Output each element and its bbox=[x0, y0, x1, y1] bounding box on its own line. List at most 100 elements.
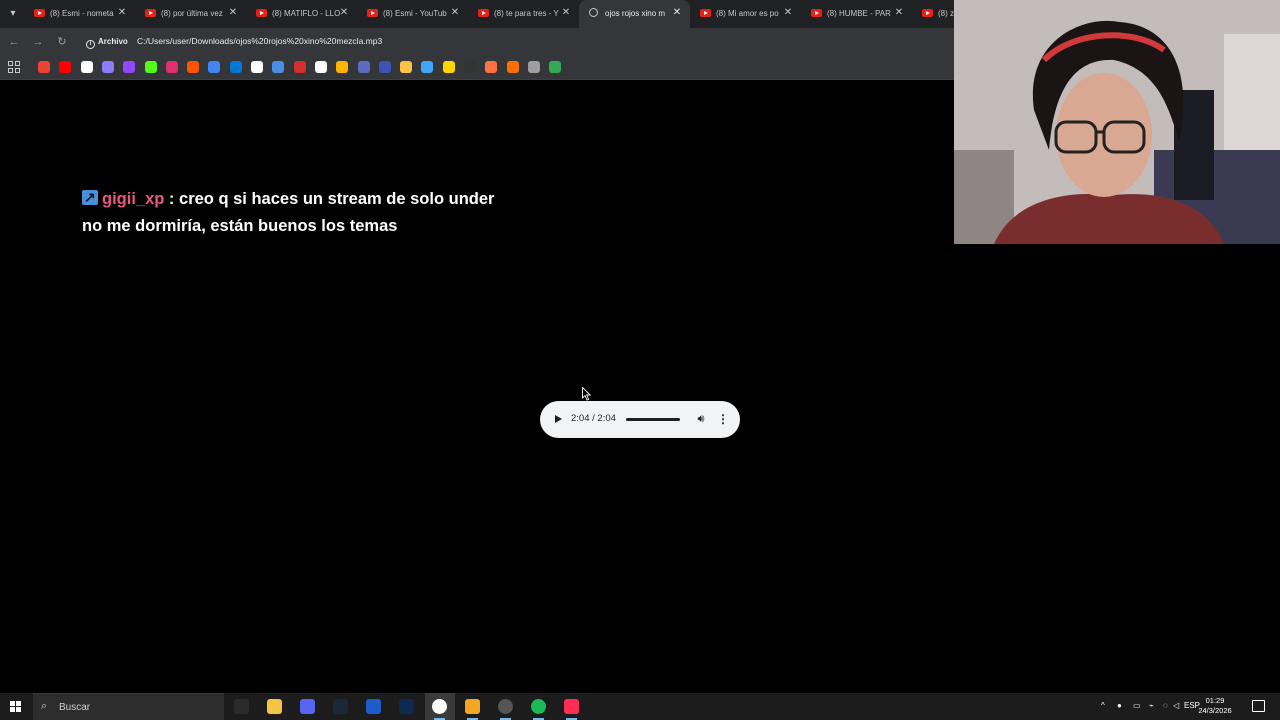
browser-tab[interactable]: (8) por última vez ✕ bbox=[135, 0, 246, 28]
chat-overlay-message: gigii_xp : creo q si haces un stream de … bbox=[82, 184, 502, 240]
youtube-icon bbox=[478, 9, 489, 17]
notifications-icon[interactable] bbox=[1252, 700, 1265, 712]
audio-player: 2:04 / 2:04 🔊︎ ⋮ bbox=[540, 401, 740, 438]
tiktok-icon[interactable] bbox=[564, 699, 579, 714]
discord-icon[interactable] bbox=[300, 699, 315, 714]
close-tab-icon[interactable]: ✕ bbox=[892, 6, 906, 20]
file-explorer-icon[interactable] bbox=[267, 699, 282, 714]
youtube-icon bbox=[145, 9, 156, 17]
fl-studio-icon[interactable] bbox=[465, 699, 480, 714]
steam-icon[interactable] bbox=[333, 699, 348, 714]
cloud-icon[interactable] bbox=[229, 61, 242, 73]
play-icon[interactable] bbox=[551, 411, 565, 428]
tab-title: (8) MATIFLO - LLO bbox=[272, 9, 341, 18]
tab-title: ojos rojos xino m bbox=[605, 9, 666, 18]
mouse-cursor-icon bbox=[582, 387, 592, 401]
search-placeholder: Buscar bbox=[59, 702, 91, 713]
network-icon[interactable]: ◌ bbox=[1163, 701, 1168, 710]
twitch-icon[interactable] bbox=[123, 61, 136, 73]
close-tab-icon[interactable]: ✕ bbox=[670, 6, 684, 20]
chart-icon[interactable] bbox=[421, 61, 434, 73]
back-arrow-icon[interactable]: ← bbox=[6, 34, 22, 50]
more-options-icon[interactable]: ⋮ bbox=[717, 411, 729, 428]
reload-icon[interactable]: ↻ bbox=[54, 34, 70, 50]
volume-icon[interactable]: 🔊︎ bbox=[694, 411, 708, 428]
address-bar[interactable]: i Archivo C:/Users/user/Downloads/ojos%20… bbox=[80, 31, 950, 52]
notion-icon[interactable] bbox=[314, 61, 327, 73]
tray-chevron-icon[interactable]: ^ bbox=[1101, 701, 1105, 710]
browser-tab[interactable]: (8) Esmi - nometa ✕ bbox=[24, 0, 135, 28]
folder-icon[interactable] bbox=[400, 61, 413, 73]
youtube-icon[interactable] bbox=[59, 61, 72, 73]
soundcloud-icon[interactable] bbox=[187, 61, 200, 73]
youtube-icon bbox=[700, 9, 711, 17]
epic-games-icon[interactable] bbox=[234, 699, 249, 714]
bookmark-icon[interactable] bbox=[293, 61, 306, 73]
taskbar-clock[interactable]: 01:29 24/3/2026 bbox=[1198, 696, 1232, 716]
sheet-icon[interactable] bbox=[464, 61, 476, 73]
devices-icon[interactable]: ▭ bbox=[1133, 701, 1141, 710]
windows-icon[interactable] bbox=[378, 61, 391, 73]
app-icon[interactable] bbox=[357, 61, 370, 73]
search-icon: ⌕ bbox=[41, 700, 48, 712]
obs-icon[interactable] bbox=[498, 699, 513, 714]
document-icon[interactable] bbox=[272, 61, 285, 73]
info-icon: i bbox=[86, 40, 95, 49]
tab-title: (8) te para tres - Y bbox=[494, 9, 559, 18]
kick-icon[interactable] bbox=[144, 61, 157, 73]
tab-title: (8) Esmi - nometa bbox=[50, 9, 114, 18]
feather-icon[interactable] bbox=[101, 61, 114, 73]
microphone-icon[interactable]: ● bbox=[1117, 701, 1122, 710]
browser-tab[interactable]: (8) MATIFLO - LLO ✕ bbox=[246, 0, 357, 28]
google-icon[interactable] bbox=[38, 61, 50, 73]
spotify-icon[interactable] bbox=[531, 699, 546, 714]
windows-start-icon[interactable] bbox=[10, 701, 21, 712]
close-tab-icon[interactable]: ✕ bbox=[115, 6, 129, 20]
youtube-icon bbox=[367, 9, 378, 17]
circle-icon[interactable] bbox=[485, 61, 498, 73]
browser-tab[interactable]: (8) Mi amor es po ✕ bbox=[690, 0, 801, 28]
ae-icon[interactable] bbox=[336, 61, 349, 73]
close-tab-icon[interactable]: ✕ bbox=[781, 6, 795, 20]
file-scheme-chip[interactable]: i Archivo bbox=[86, 35, 128, 49]
coin-icon[interactable] bbox=[442, 61, 455, 73]
file-scheme-label: Archivo bbox=[98, 37, 128, 46]
translate-icon[interactable] bbox=[208, 61, 221, 73]
speaker-icon[interactable]: ◁ bbox=[1173, 701, 1179, 710]
taskbar-search-box[interactable]: ⌕ Buscar bbox=[33, 693, 224, 720]
fire-icon[interactable] bbox=[506, 61, 519, 73]
tab-title: (8) Mi amor es po bbox=[716, 9, 779, 18]
close-tab-icon[interactable]: ✕ bbox=[226, 6, 240, 20]
hbo-icon[interactable] bbox=[80, 61, 93, 73]
bookmarks-bar bbox=[0, 55, 954, 80]
youtube-icon bbox=[811, 9, 822, 17]
webcam-overlay bbox=[954, 0, 1280, 244]
tab-title: (8) por última vez bbox=[161, 9, 223, 18]
globe-icon bbox=[589, 8, 598, 17]
forward-arrow-icon[interactable]: → bbox=[30, 34, 46, 50]
vegas-icon[interactable] bbox=[366, 699, 381, 714]
close-tab-icon[interactable]: ✕ bbox=[448, 6, 462, 20]
browser-tab[interactable]: (8) HUMBE - PAR ✕ bbox=[801, 0, 912, 28]
photoshop-icon[interactable] bbox=[399, 699, 414, 714]
instagram-icon[interactable] bbox=[165, 61, 178, 73]
url-text[interactable]: C:/Users/user/Downloads/ojos%20rojos%20x… bbox=[137, 36, 382, 46]
streamer-webcam-image bbox=[954, 0, 1280, 244]
clock-date: 24/3/2026 bbox=[1198, 706, 1232, 715]
browser-tab[interactable]: (8) te para tres - Y ✕ bbox=[468, 0, 579, 28]
shield-icon[interactable] bbox=[527, 61, 540, 73]
browser-tab[interactable]: (8) Esmi - YouTub ✕ bbox=[357, 0, 468, 28]
close-tab-icon[interactable]: ✕ bbox=[559, 6, 573, 20]
youtube-icon bbox=[256, 9, 267, 17]
close-tab-icon[interactable]: ✕ bbox=[337, 6, 351, 20]
apps-grid-icon[interactable] bbox=[8, 61, 20, 73]
seek-bar[interactable] bbox=[626, 418, 680, 421]
stack-icon[interactable] bbox=[251, 61, 263, 73]
browser-toolbar: ← → ↻ i Archivo C:/Users/user/Downloads/o… bbox=[0, 28, 954, 55]
usb-icon[interactable]: ⌁ bbox=[1149, 701, 1154, 710]
plus-icon[interactable] bbox=[549, 61, 562, 73]
tab-search-chevron-icon[interactable]: ▾ bbox=[4, 5, 22, 23]
browser-tab[interactable]: ojos rojos xino m ✕ bbox=[579, 0, 690, 28]
chrome-icon[interactable] bbox=[432, 699, 447, 714]
clock-time: 01:29 bbox=[1205, 696, 1225, 705]
